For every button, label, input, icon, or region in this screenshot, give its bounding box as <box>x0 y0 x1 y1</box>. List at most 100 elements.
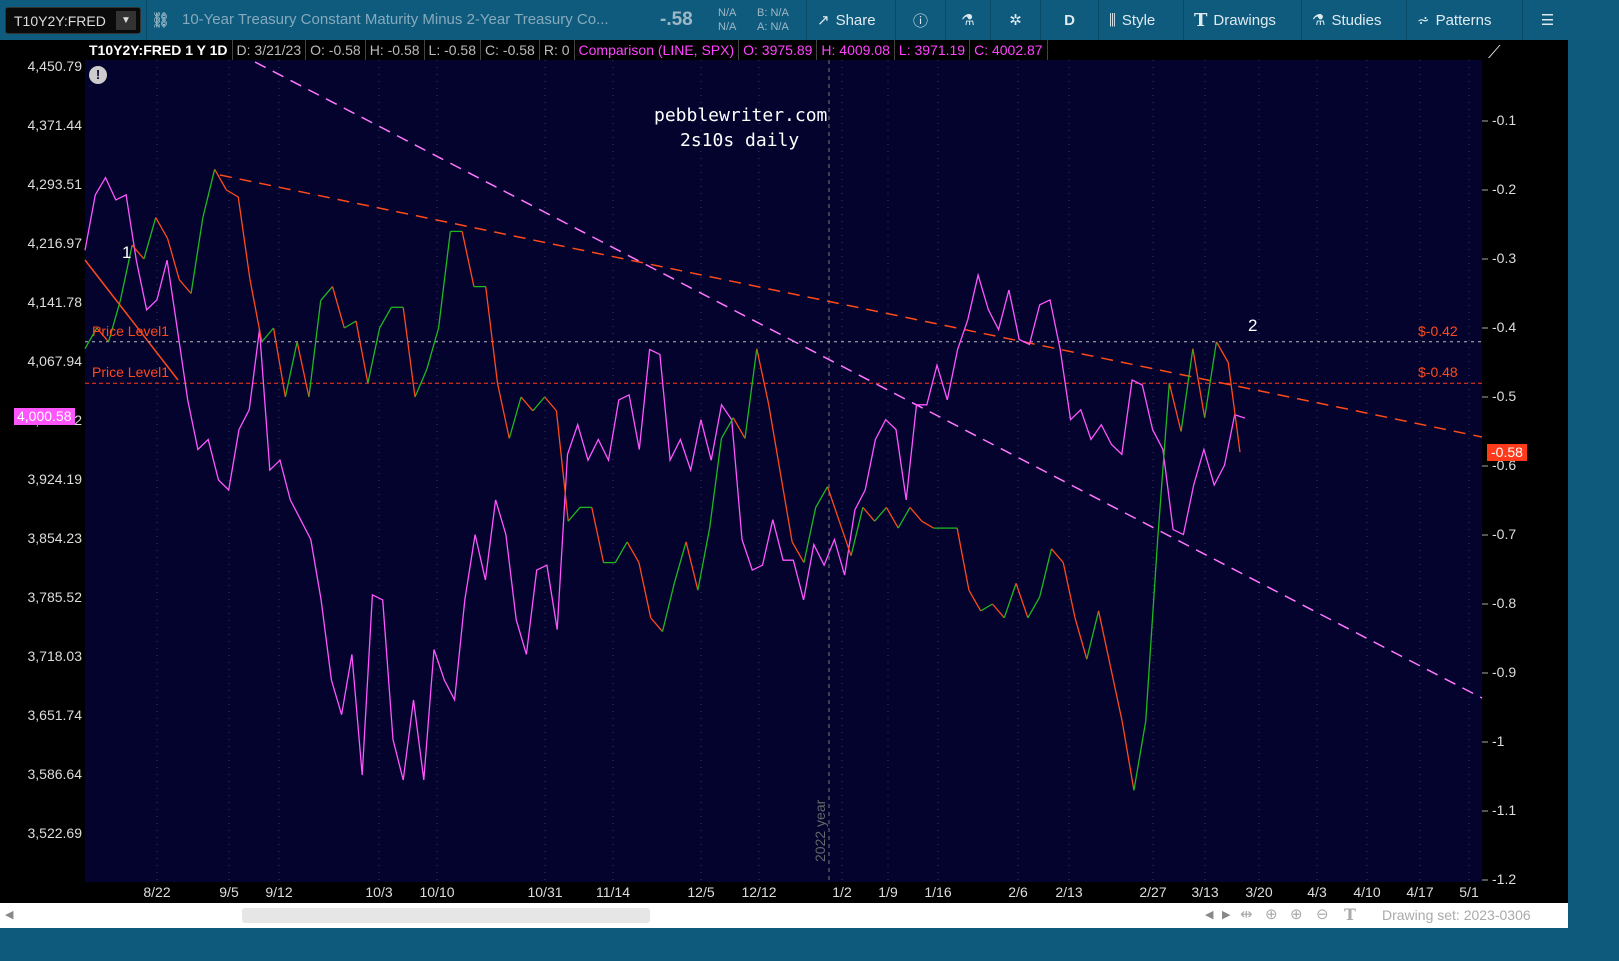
date-axis-label: 10/3 <box>365 884 393 900</box>
2s10s-segment <box>980 603 993 612</box>
left-axis-label: 4,141.78 <box>27 294 83 310</box>
2s10s-segment <box>638 562 652 618</box>
2s10s-segment <box>650 617 663 633</box>
expand-icon[interactable]: ⇹ <box>1240 905 1253 923</box>
2s10s-segment <box>202 169 216 218</box>
price-level-label-2: Price Level1 <box>92 364 170 381</box>
date-axis-label: 9/12 <box>265 884 293 900</box>
2s10s-segment <box>874 506 887 522</box>
2s10s-segment <box>272 327 286 398</box>
date-axis-label: 3/20 <box>1245 884 1273 900</box>
2s10s-segment <box>779 472 793 543</box>
2s10s-segment <box>661 583 675 632</box>
2s10s-segment <box>532 396 546 412</box>
2s10s-segment <box>379 306 392 329</box>
2s10s-line <box>84 168 1241 791</box>
zoom-out-icon[interactable]: ⊖ <box>1316 905 1329 923</box>
2s10s-segment <box>249 279 263 342</box>
2s10s-segment <box>1180 348 1194 432</box>
2s10s-segment <box>496 383 510 439</box>
date-axis-label: 2/6 <box>1008 884 1028 900</box>
date-axis-label: 10/10 <box>419 884 455 900</box>
trendline-short[interactable] <box>84 259 179 381</box>
spx-comparison-line <box>84 176 1246 781</box>
zoom-in-icon[interactable]: ⊕ <box>1290 905 1303 923</box>
scroll-left-end-icon[interactable]: ◀ <box>1205 908 1213 921</box>
spx-current-badge: 4,000.58 <box>14 408 75 425</box>
right-axis-label: -0.2 <box>1492 181 1517 197</box>
2s10s-segment <box>744 348 758 439</box>
date-axis-label: 4/10 <box>1353 884 1381 900</box>
2s10s-segment <box>214 168 227 191</box>
2s10s-segment <box>178 279 192 294</box>
chart-svg <box>84 60 1488 882</box>
watermark-line1: pebblewriter.com <box>654 105 828 126</box>
trendline-orange[interactable] <box>219 174 1483 438</box>
date-axis-label: 1/9 <box>878 884 898 900</box>
2s10s-segment <box>1215 341 1229 363</box>
2s10s-segment <box>992 603 1005 619</box>
text-tool-icon[interactable]: T <box>1344 905 1356 924</box>
2s10s-segment <box>1097 610 1111 667</box>
2s10s-segment <box>756 348 770 405</box>
date-axis-label: 2/13 <box>1055 884 1083 900</box>
date-axis-label: 10/31 <box>527 884 563 900</box>
left-axis-label: 3,586.64 <box>27 766 83 782</box>
horizontal-scrollbar-thumb[interactable] <box>242 908 650 923</box>
date-axis-label: 4/17 <box>1406 884 1434 900</box>
2s10s-segment <box>1003 583 1017 619</box>
2s10s-segment <box>320 286 333 301</box>
2s10s-segment <box>367 327 381 384</box>
left-axis-label: 4,293.51 <box>27 176 83 192</box>
2s10s-segment <box>720 417 734 439</box>
2s10s-segment <box>815 486 829 508</box>
2s10s-segment <box>791 541 805 563</box>
2s10s-segment <box>508 396 522 439</box>
left-axis-label: 4,450.79 <box>27 58 83 74</box>
2s10s-segment <box>732 417 746 439</box>
annotation-1[interactable]: 1 <box>122 243 131 263</box>
date-axis-label: 1/2 <box>832 884 852 900</box>
scroll-left-icon[interactable]: ◀ <box>5 908 13 921</box>
alert-icon[interactable]: ! <box>89 66 107 84</box>
price-level-tag-1: $-0.42 <box>1418 322 1458 339</box>
2s10s-segment <box>685 541 699 591</box>
2s10s-segment <box>437 231 452 329</box>
date-axis-label: 8/22 <box>143 884 171 900</box>
scroll-right-icon[interactable]: ▶ <box>1222 908 1230 921</box>
2s10s-segment <box>956 527 970 591</box>
2s10s-segment <box>1062 562 1076 618</box>
crosshair-icon[interactable]: ⊕ <box>1265 905 1278 923</box>
annotation-2[interactable]: 2 <box>1248 316 1257 336</box>
2s10s-segment <box>1145 541 1159 722</box>
2s10s-segment <box>862 506 876 522</box>
2s10s-segment <box>697 527 711 591</box>
left-axis-label: 3,651.74 <box>27 707 83 723</box>
drawing-set-label[interactable]: Drawing set: 2023-0306 <box>1382 907 1531 923</box>
date-axis-label: 4/3 <box>1307 884 1327 900</box>
left-axis-label: 4,067.94 <box>27 353 83 369</box>
2s10s-segment <box>1015 583 1029 619</box>
right-axis-label: -0.9 <box>1492 664 1517 680</box>
2s10s-segment <box>897 507 911 529</box>
left-axis-label: 3,718.03 <box>27 648 83 664</box>
date-axis-label: 12/5 <box>687 884 715 900</box>
price-level-tag-2: $-0.48 <box>1418 364 1458 381</box>
2s10s-segment <box>885 507 899 529</box>
2s10s-segment <box>331 286 345 329</box>
right-axis-label: -1 <box>1492 733 1505 749</box>
right-axis-label: -0.1 <box>1492 112 1517 128</box>
right-axis-label: -0.7 <box>1492 526 1517 542</box>
2s10s-segment <box>1027 596 1041 619</box>
left-axis-label: 3,522.69 <box>27 825 83 841</box>
date-axis-label: 3/13 <box>1191 884 1219 900</box>
2s10s-segment <box>308 300 322 398</box>
left-axis-label: 3,854.23 <box>27 530 83 546</box>
2s10s-segment <box>1039 548 1053 598</box>
right-axis-label: -0.4 <box>1492 319 1517 335</box>
left-axis-label: 3,785.52 <box>27 589 83 605</box>
2s10s-segment <box>284 341 298 398</box>
trendline-magenta[interactable] <box>254 61 1483 699</box>
date-axis-label: 9/5 <box>219 884 239 900</box>
2s10s-segment <box>1086 610 1100 660</box>
